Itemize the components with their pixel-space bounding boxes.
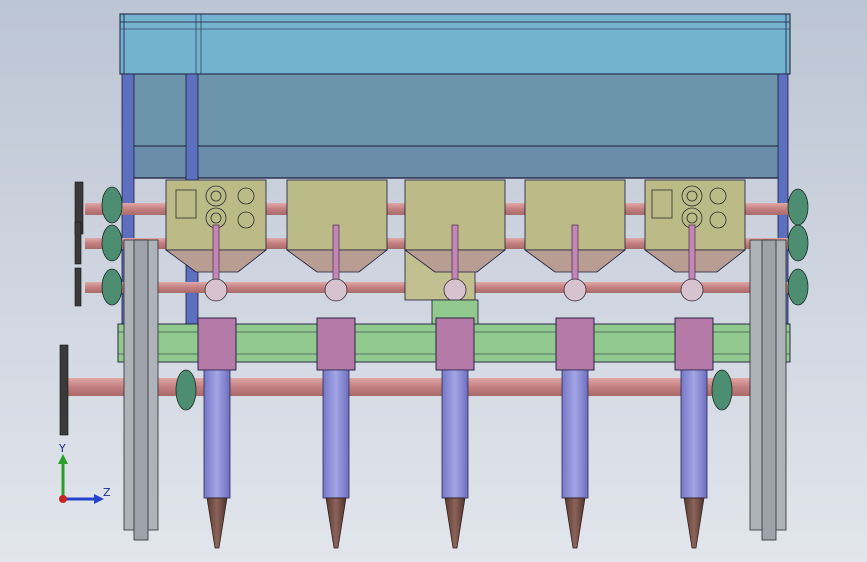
seeder-assembly-drawing: Y Z [0, 0, 867, 562]
cad-viewport[interactable]: Y Z [0, 0, 867, 562]
z-axis-label: Z [103, 486, 111, 499]
hopper [119, 13, 791, 179]
y-axis-label: Y [58, 442, 66, 455]
